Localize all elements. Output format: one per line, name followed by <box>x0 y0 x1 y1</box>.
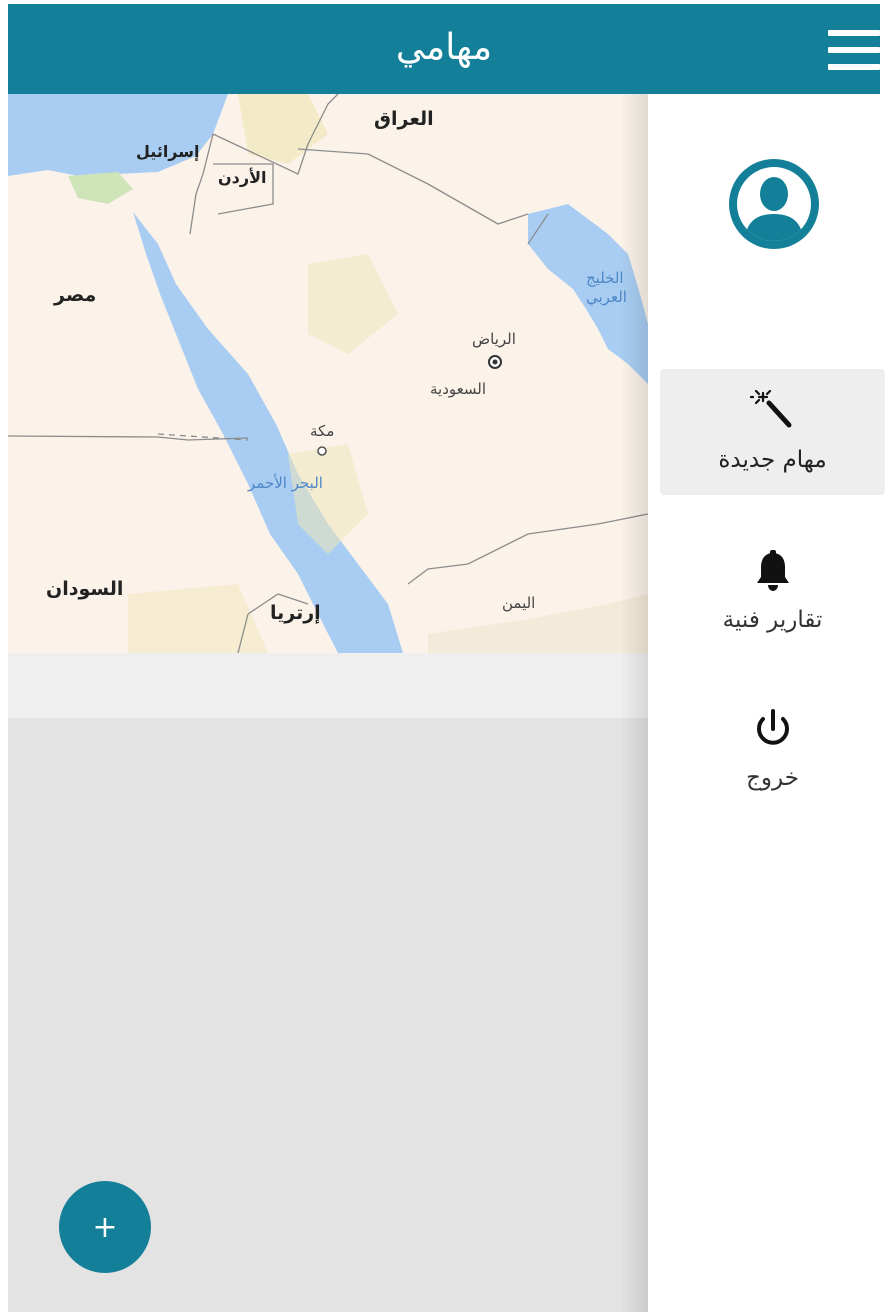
map-view[interactable]: العراق إسرائيل الأردن مصر الخليج العربي … <box>8 94 648 653</box>
nav-item-tech-reports[interactable]: تقارير فنية <box>660 529 885 655</box>
map-canvas <box>8 94 648 653</box>
navigation-drawer: مهام جديدة تقارير فنية خروج <box>648 94 886 1312</box>
hamburger-menu-icon[interactable] <box>828 30 880 70</box>
map-label-red-sea: البحر الأحمر <box>248 474 323 492</box>
map-label-riyadh: الرياض <box>472 330 516 348</box>
map-label-sudan: السودان <box>46 578 124 600</box>
drawer-shadow <box>620 94 648 1312</box>
add-task-button[interactable]: + <box>59 1181 151 1273</box>
nav-item-label: خروج <box>746 765 799 791</box>
plus-icon: + <box>92 1209 118 1245</box>
nav-item-logout[interactable]: خروج <box>660 687 885 813</box>
nav-item-new-tasks[interactable]: مهام جديدة <box>660 369 885 495</box>
map-label-jordan: الأردن <box>218 168 267 187</box>
magic-wand-icon <box>660 387 885 435</box>
map-label-gulf-line1: الخليج <box>586 269 624 287</box>
bell-icon <box>660 547 885 595</box>
map-label-yemen: اليمن <box>502 594 536 612</box>
nav-item-label: مهام جديدة <box>718 447 827 473</box>
map-label-iraq: العراق <box>374 108 434 130</box>
power-icon <box>660 705 885 753</box>
content-strip <box>8 653 648 718</box>
map-label-saudi: السعودية <box>430 380 487 398</box>
nav-item-label: تقارير فنية <box>722 607 823 633</box>
app-bar: مهامي <box>8 4 880 94</box>
map-label-mecca: مكة <box>310 422 335 440</box>
page-title: مهامي <box>395 27 493 68</box>
user-avatar-icon[interactable] <box>726 156 822 252</box>
map-label-egypt: مصر <box>54 284 97 306</box>
map-label-israel: إسرائيل <box>136 142 200 161</box>
map-label-eritrea: إرتريا <box>270 602 321 624</box>
